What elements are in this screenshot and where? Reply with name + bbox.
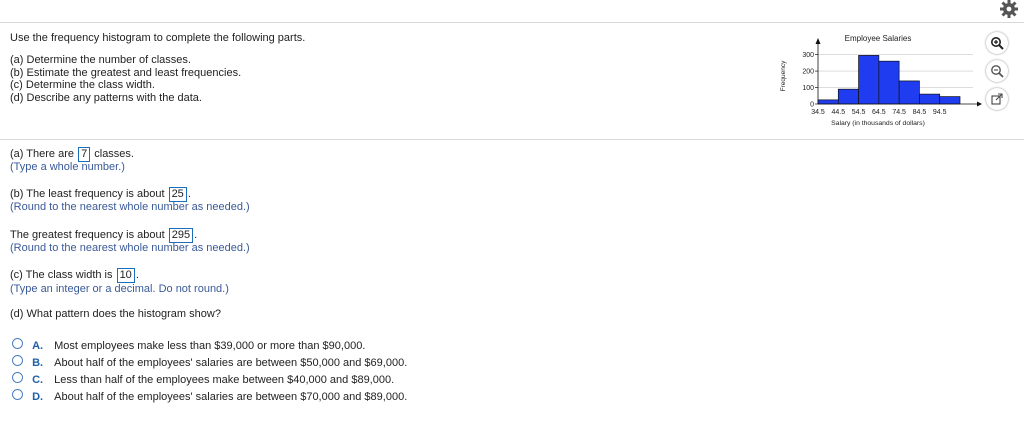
top-divider <box>0 22 1024 23</box>
histogram-bar <box>817 99 839 105</box>
answer-b-least-prefix: (b) The least frequency is about <box>10 188 165 200</box>
y-tick-label: 0 <box>810 102 814 109</box>
y-tick-label: 200 <box>802 69 814 76</box>
answer-b-least: (b) The least frequency is about 25. <box>10 187 191 202</box>
option-a-letter: A. <box>32 340 44 352</box>
answer-b-greatest-hint: (Round to the nearest whole number as ne… <box>10 242 250 254</box>
answer-c-suffix: . <box>135 269 139 281</box>
radio-c[interactable] <box>12 372 23 383</box>
histogram-bar <box>939 96 961 105</box>
answer-c: (c) The class width is 10. <box>10 268 139 283</box>
option-d-letter: D. <box>32 391 44 403</box>
x-axis-arrow <box>977 101 982 107</box>
histogram-bar <box>898 80 920 105</box>
question-part-d: (d) Describe any patterns with the data. <box>10 92 202 104</box>
radio-a[interactable] <box>12 338 23 349</box>
answer-c-prefix: (c) The class width is <box>10 269 113 281</box>
answer-b-greatest-prefix: The greatest frequency is about <box>10 229 165 241</box>
answer-a: (a) There are 7 classes. <box>10 147 134 162</box>
question-part-c: (c) Determine the class width. <box>10 79 155 91</box>
answer-b-greatest-suffix: . <box>194 229 198 241</box>
radio-b[interactable] <box>12 355 23 366</box>
answer-a-hint: (Type a whole number.) <box>10 161 125 173</box>
option-d[interactable]: D. About half of the employees' salaries… <box>12 389 407 404</box>
histogram-bar <box>858 55 880 105</box>
x-axis-label: Salary (in thousands of dollars) <box>831 120 925 127</box>
y-axis-arrow <box>815 38 821 44</box>
histogram-chart: Employee Salaries 0 100 200 300 Frequency 34.5… <box>775 28 985 136</box>
answer-b-least-suffix: . <box>187 188 191 200</box>
option-c-letter: C. <box>32 374 44 386</box>
y-tick-label: 300 <box>802 52 814 59</box>
radio-d[interactable] <box>12 389 23 400</box>
answer-b-least-hint: (Round to the nearest whole number as ne… <box>10 201 250 213</box>
option-a[interactable]: A. Most employees make less than $39,000… <box>12 338 365 353</box>
answer-b-least-input[interactable]: 25 <box>168 187 187 202</box>
x-tick-label: 84.5 <box>913 109 927 116</box>
option-a-text: Most employees make less than $39,000 or… <box>54 340 366 352</box>
question-d: (d) What pattern does the histogram show… <box>10 308 221 320</box>
x-tick-label: 74.5 <box>892 109 906 116</box>
histogram-bar <box>919 93 941 105</box>
answer-b-greatest: The greatest frequency is about 295. <box>10 228 197 243</box>
chart-title: Employee Salaries <box>845 34 912 43</box>
option-d-text: About half of the employees' salaries ar… <box>54 391 408 403</box>
zoom-out-icon[interactable] <box>986 60 1008 82</box>
answer-c-hint: (Type an integer or a decimal. Do not ro… <box>10 283 229 295</box>
x-tick-label: 34.5 <box>811 109 825 116</box>
answer-b-greatest-input[interactable]: 295 <box>168 228 194 243</box>
x-tick-label: 54.5 <box>852 109 866 116</box>
x-tick-label: 44.5 <box>831 109 845 116</box>
section-divider <box>0 139 1024 140</box>
histogram-bar <box>837 88 859 105</box>
question-part-a: (a) Determine the number of classes. <box>10 54 191 66</box>
answer-c-input[interactable]: 10 <box>116 268 135 283</box>
y-axis-label: Frequency <box>780 60 787 91</box>
option-c[interactable]: C. Less than half of the employees make … <box>12 372 394 387</box>
gear-icon[interactable] <box>999 0 1019 18</box>
x-tick-label: 94.5 <box>933 109 947 116</box>
answer-a-suffix: classes. <box>94 148 134 160</box>
option-b-letter: B. <box>32 357 44 369</box>
answer-a-prefix: (a) There are <box>10 148 74 160</box>
x-tick-label: 64.5 <box>872 109 886 116</box>
option-b-text: About half of the employees' salaries ar… <box>54 357 408 369</box>
popout-icon[interactable] <box>986 88 1008 110</box>
question-intro: Use the frequency histogram to complete … <box>10 32 306 44</box>
histogram-bar <box>878 60 900 105</box>
option-c-text: Less than half of the employees make bet… <box>54 374 395 386</box>
y-tick-label: 100 <box>802 85 814 92</box>
zoom-in-icon[interactable] <box>986 32 1008 54</box>
option-b[interactable]: B. About half of the employees' salaries… <box>12 355 407 370</box>
answer-a-input[interactable]: 7 <box>78 147 91 162</box>
